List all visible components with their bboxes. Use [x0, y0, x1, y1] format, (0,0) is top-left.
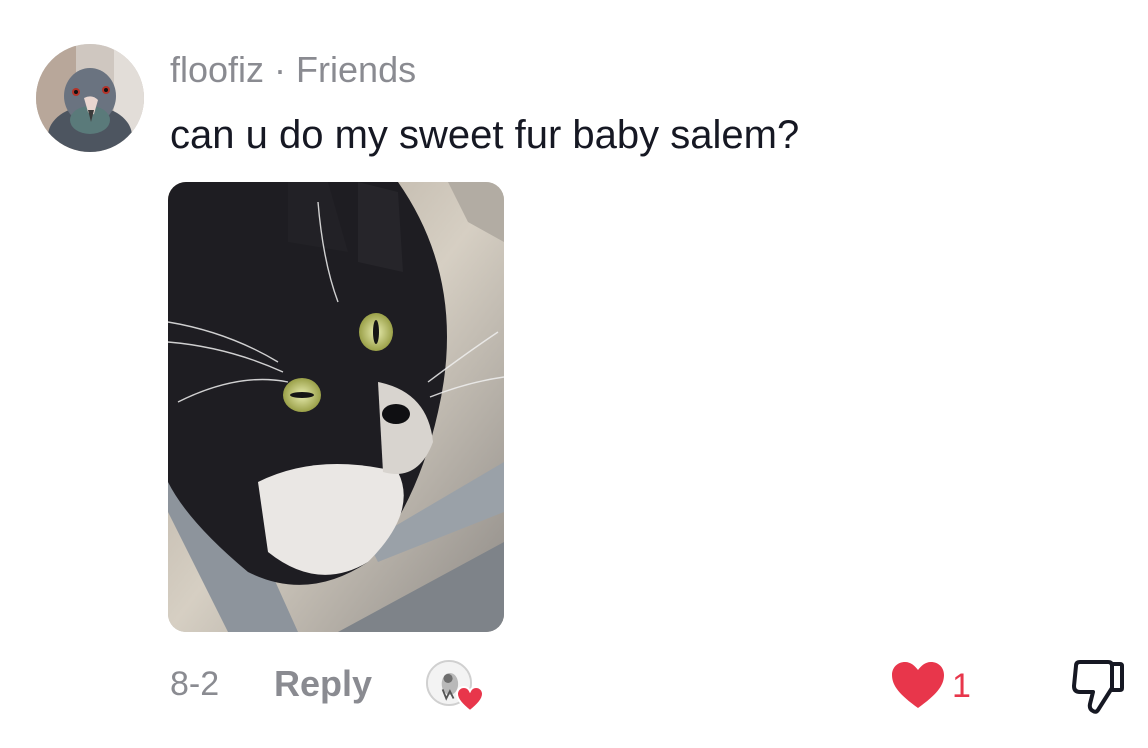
- reply-button[interactable]: Reply: [274, 662, 372, 706]
- heart-icon[interactable]: [890, 660, 946, 710]
- comment-header: floofiz · Friends: [170, 48, 416, 92]
- relationship-label: Friends: [296, 49, 417, 90]
- comment-date: 8-2: [170, 665, 220, 703]
- user-avatar[interactable]: [36, 44, 144, 152]
- comment-text: can u do my sweet fur baby salem?: [170, 113, 800, 157]
- comment-photo[interactable]: [168, 182, 504, 632]
- pigeon-avatar-image: [36, 44, 144, 152]
- separator-dot: ·: [274, 49, 287, 90]
- cat-photo-image: [168, 182, 504, 632]
- creator-liked-heart-icon: [456, 686, 484, 712]
- like-count: 1: [952, 667, 971, 705]
- creator-liked-badge: [426, 660, 484, 712]
- like-group: 1: [890, 660, 990, 712]
- comment-actions: 8-2 Reply 1: [0, 654, 1148, 714]
- thumbs-down-icon[interactable]: [1068, 658, 1126, 714]
- username[interactable]: floofiz: [170, 49, 264, 90]
